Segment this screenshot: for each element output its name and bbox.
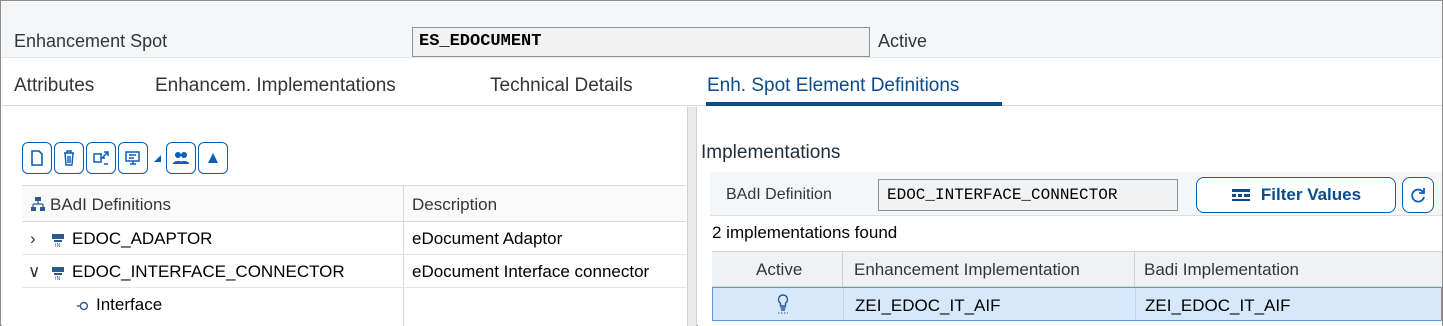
definitions-table-header: BAdI Definitions Description [22, 185, 686, 222]
users-button[interactable] [166, 142, 196, 174]
svg-text:IN: IN [55, 243, 60, 248]
badi-icon: IN [52, 233, 64, 248]
badi-definitions-label: BAdI Definitions [50, 195, 171, 214]
refresh-button[interactable] [1402, 177, 1434, 213]
tab-spot-element-definitions[interactable]: Enh. Spot Element Definitions [707, 75, 959, 97]
filter-values-button[interactable]: Filter Values [1196, 177, 1396, 213]
filter-icon [1231, 189, 1250, 201]
badi-definitions-header[interactable]: BAdI Definitions [30, 195, 171, 215]
badi-implementation-cell[interactable]: ZEI_EDOC_IT_AIF [1145, 296, 1290, 316]
badi-filter-bar: BAdI Definition EDOC_INTERFACE_CONNECTOR… [710, 172, 1442, 216]
implementations-title: Implementations [701, 142, 841, 163]
enhancement-spot-field[interactable]: ES_EDOCUMENT [412, 27, 870, 57]
implementations-table-header: Active Enhancement Implementation Badi I… [712, 251, 1442, 288]
create-icon [31, 150, 43, 166]
status-text: Active [878, 31, 928, 51]
change-icon [93, 151, 109, 165]
up-icon [208, 153, 218, 163]
badi-definition-label: BAdI Definition [726, 186, 832, 203]
active-tab-indicator [706, 102, 1002, 106]
tree-row[interactable]: Interface [22, 288, 686, 321]
definitions-pane: BAdI Definitions Description › IN EDOC_AD… [2, 107, 687, 326]
badi-name: EDOC_INTERFACE_CONNECTOR [72, 262, 345, 281]
bulb-icon [777, 294, 789, 314]
tree-node: IN EDOC_ADAPTOR [50, 229, 212, 249]
badi-description: eDocument Adaptor [412, 229, 563, 248]
interface-label: Interface [96, 295, 163, 314]
filter-values-label: Filter Values [1260, 185, 1362, 204]
delete-button[interactable] [54, 142, 84, 174]
tree-node: IN EDOC_INTERFACE_CONNECTOR [50, 262, 345, 282]
active-cell[interactable] [775, 293, 791, 320]
display-dropdown-button[interactable] [150, 142, 164, 174]
display-icon [125, 151, 140, 165]
interface-icon [76, 301, 89, 310]
expand-chevron-icon[interactable]: › [30, 229, 36, 249]
badi-icon: IN [52, 266, 64, 281]
description-header[interactable]: Description [412, 195, 497, 215]
col-active[interactable]: Active [756, 260, 802, 280]
implementations-pane: Implementations BAdI Definition EDOC_INT… [698, 107, 1442, 326]
tree-row[interactable]: ∨ IN EDOC_INTERFACE_CONNECTOR eDocument I… [22, 255, 686, 288]
tab-strip: Attributes Enhancem. Implementations Tec… [2, 58, 1442, 106]
users-icon [173, 152, 189, 164]
enhancement-implementation-cell[interactable]: ZEI_EDOC_IT_AIF [855, 296, 1000, 316]
badi-description: eDocument Interface connector [412, 262, 650, 281]
badi-definition-field[interactable]: EDOC_INTERFACE_CONNECTOR [878, 179, 1178, 211]
tree-row[interactable]: › IN EDOC_ADAPTOR eDocument Adaptor [22, 222, 686, 255]
implementations-count: 2 implementations found [712, 223, 898, 242]
column-divider [843, 288, 844, 320]
window-frame: Enhancement Spot ES_EDOCUMENT Active Att… [0, 0, 1443, 326]
up-button[interactable] [198, 142, 228, 174]
svg-text:IN: IN [55, 276, 60, 281]
col-badi-implementation[interactable]: Badi Implementation [1144, 260, 1299, 280]
badi-name: EDOC_ADAPTOR [72, 229, 213, 248]
change-button[interactable] [86, 142, 116, 174]
table-row[interactable]: ZEI_EDOC_IT_AIF ZEI_EDOC_IT_AIF [712, 287, 1442, 321]
tree-node: Interface [76, 295, 162, 315]
definitions-toolbar [22, 141, 228, 175]
column-divider [1134, 252, 1135, 288]
tab-enhancement-implementations[interactable]: Enhancem. Implementations [155, 75, 396, 97]
column-divider [1135, 288, 1136, 320]
refresh-icon [1411, 188, 1425, 203]
dropdown-triangle-icon [154, 155, 161, 162]
display-button[interactable] [118, 142, 148, 174]
enhancement-spot-label: Enhancement Spot [14, 31, 168, 51]
header-bar: Enhancement Spot ES_EDOCUMENT Active [2, 2, 1442, 58]
hierarchy-icon [31, 197, 45, 211]
pane-splitter[interactable] [687, 107, 697, 326]
col-enhancement-implementation[interactable]: Enhancement Implementation [854, 260, 1080, 280]
column-divider [842, 252, 843, 288]
tab-attributes[interactable]: Attributes [14, 75, 94, 97]
delete-icon [64, 150, 74, 166]
create-button[interactable] [22, 142, 52, 174]
tab-technical-details[interactable]: Technical Details [490, 75, 633, 97]
collapse-chevron-icon[interactable]: ∨ [28, 262, 40, 282]
